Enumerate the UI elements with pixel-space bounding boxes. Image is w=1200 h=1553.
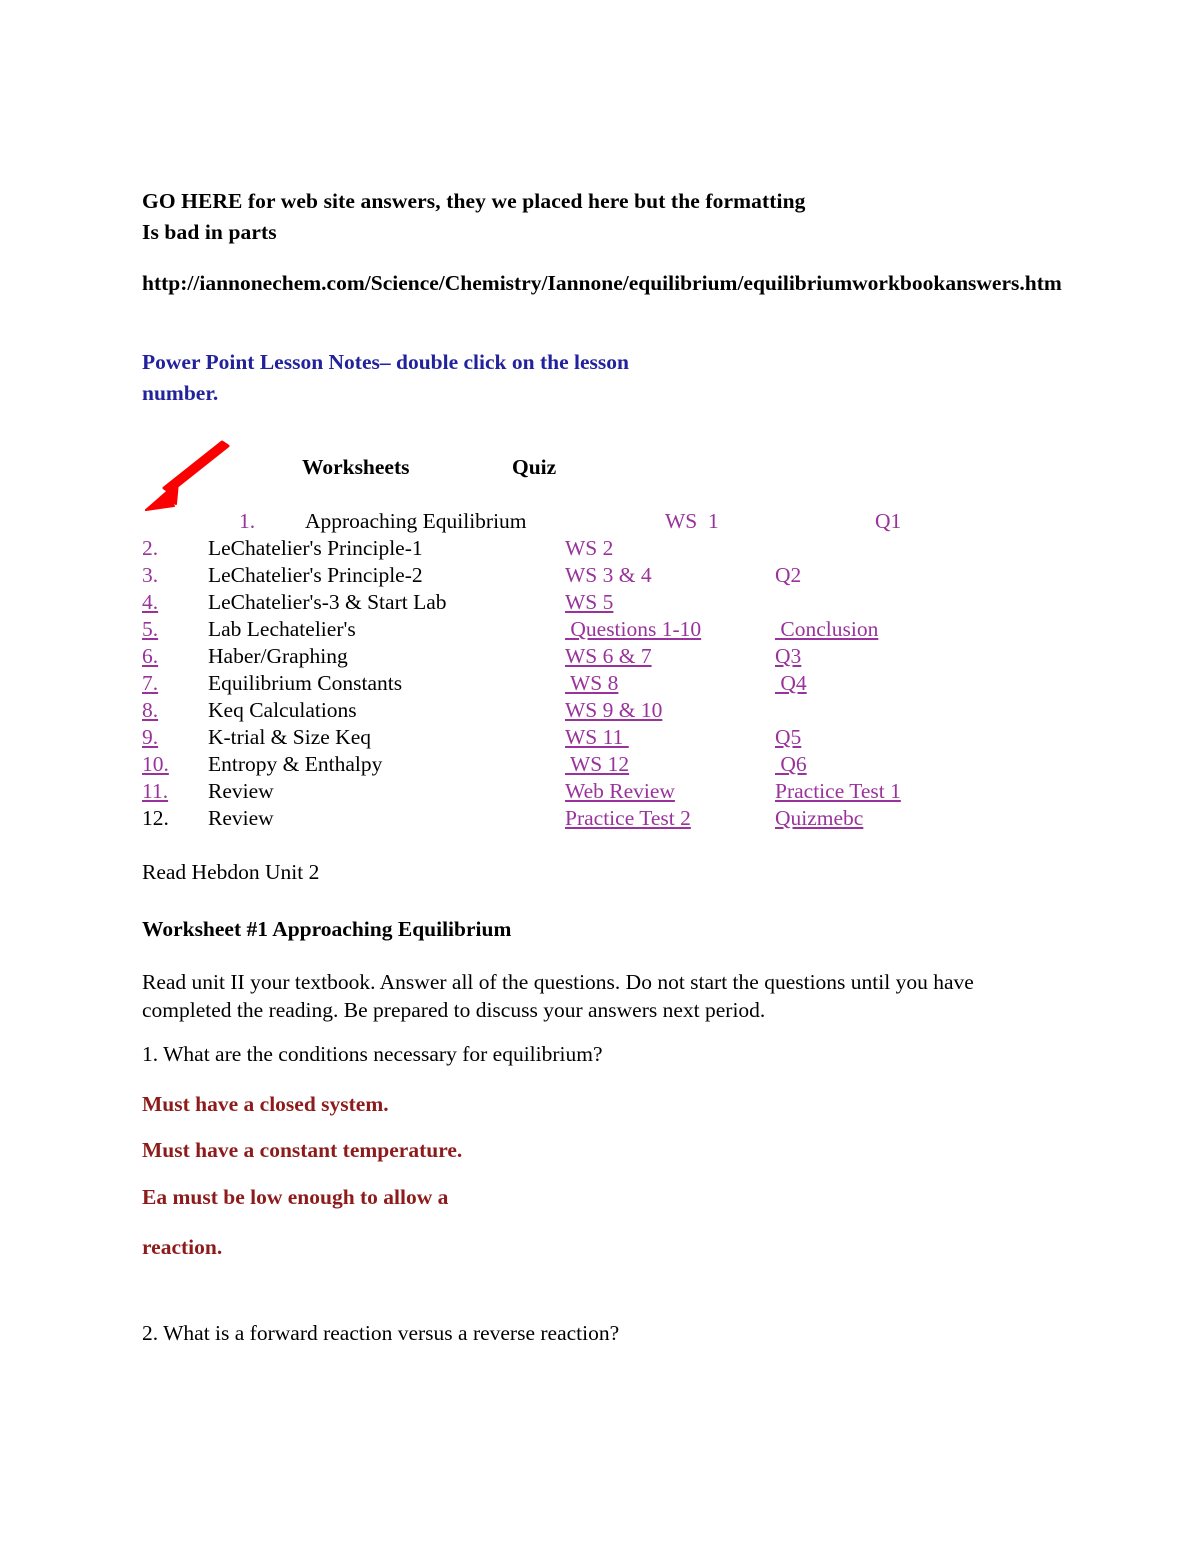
worksheet-1-title: Worksheet #1 Approaching Equilibrium [142, 917, 512, 941]
lesson-number[interactable]: 10. [142, 751, 169, 778]
quiz-link[interactable]: Q4 [775, 670, 806, 697]
lesson-title: Equilibrium Constants [208, 671, 403, 695]
lesson-row: 8. Keq Calculations WS 9 & 10 [142, 697, 1072, 724]
lesson-title: Review [208, 806, 274, 830]
worksheet-link[interactable]: WS 5 [565, 589, 613, 616]
lesson-row: 5. Lab Lechatelier's Questions 1-10 Concl… [142, 616, 1072, 643]
answer-line-2: Must have a constant temperature. [142, 1138, 463, 1162]
worksheet-link[interactable]: WS 11 [565, 724, 629, 751]
question-1: 1. What are the conditions necessary for… [142, 1042, 603, 1066]
lesson-title: LeChatelier's Principle-1 [208, 536, 423, 560]
lesson-row: 6. Haber/Graphing WS 6 & 7 Q3 [142, 643, 1072, 670]
lesson-number[interactable]: 5. [142, 616, 158, 643]
column-header-quiz: Quiz [512, 455, 557, 479]
lesson-number: 1. [239, 509, 256, 533]
lesson-row: 7. Equilibrium Constants WS 8 Q4 [142, 670, 1072, 697]
worksheet-link[interactable]: Web Review [565, 778, 675, 805]
lesson-row: 1. Approaching Equilibrium WS 1 Q1 [142, 508, 1072, 535]
answer-line-1: Must have a closed system. [142, 1092, 389, 1116]
worksheet-link[interactable]: WS 12 [565, 751, 629, 778]
quiz-link[interactable]: Q3 [775, 643, 801, 670]
worksheet-link[interactable]: WS 2 [565, 535, 613, 562]
lesson-number[interactable]: 7. [142, 670, 158, 697]
quiz-link[interactable]: Conclusion [775, 616, 878, 643]
column-header-worksheets: Worksheets [302, 455, 410, 479]
lesson-title: LeChatelier's-3 & Start Lab [208, 590, 447, 614]
lesson-number: 12. [142, 806, 169, 830]
answers-url[interactable]: http://iannonechem.com/Science/Chemistry… [142, 268, 1067, 299]
intro-line-1: GO HERE for web site answers, they we pl… [142, 189, 806, 213]
worksheet-link[interactable]: WS 9 & 10 [565, 697, 662, 724]
quiz-link[interactable]: Q6 [775, 751, 806, 778]
lesson-row: 11. Review Web Review Practice Test 1 [142, 778, 1072, 805]
lesson-title: Haber/Graphing [208, 644, 348, 668]
lesson-title: Review [208, 779, 274, 803]
worksheet-link[interactable]: Questions 1-10 [565, 616, 701, 643]
quiz-link[interactable]: Practice Test 1 [775, 778, 901, 805]
powerpoint-lesson-notes-heading: Power Point Lesson Notes– double click o… [142, 350, 629, 405]
lesson-number: 3. [142, 563, 159, 587]
worksheet-link[interactable]: WS 3 & 4 [565, 562, 652, 589]
lesson-number[interactable]: 4. [142, 589, 158, 616]
worksheet-link[interactable]: WS 6 & 7 [565, 643, 652, 670]
lesson-row: 4. LeChatelier's-3 & Start Lab WS 5 [142, 589, 1072, 616]
lesson-number[interactable]: 9. [142, 724, 158, 751]
lesson-row: 10. Entropy & Enthalpy WS 12 Q6 [142, 751, 1072, 778]
worksheet-1-instructions: Read unit II your textbook. Answer all o… [142, 970, 974, 1022]
worksheet-link[interactable]: WS 1 [665, 508, 719, 535]
quiz-link[interactable]: Quizmebc [775, 805, 863, 832]
lesson-number[interactable]: 6. [142, 643, 158, 670]
quiz-link[interactable]: Q2 [775, 562, 801, 589]
intro-line-2: Is bad in parts [142, 220, 277, 244]
lesson-row: 3. LeChatelier's Principle-2 WS 3 & 4 Q2 [142, 562, 1072, 589]
document-page: GO HERE for web site answers, they we pl… [0, 0, 1200, 1553]
read-hebdon-line: Read Hebdon Unit 2 [142, 860, 320, 884]
lesson-title: Keq Calculations [208, 698, 357, 722]
lesson-title: Lab Lechatelier's [208, 617, 356, 641]
lesson-row: 12. Review Practice Test 2 Quizmebc [142, 805, 1072, 832]
worksheet-link[interactable]: WS 8 [565, 670, 618, 697]
answer-line-4: reaction. [142, 1235, 223, 1259]
lesson-number[interactable]: 8. [142, 697, 158, 724]
lesson-title: K-trial & Size Keq [208, 725, 371, 749]
intro-paragraph: GO HERE for web site answers, they we pl… [142, 186, 1072, 248]
lesson-row: 2. LeChatelier's Principle-1 WS 2 [142, 535, 1072, 562]
worksheet-link[interactable]: Practice Test 2 [565, 805, 691, 832]
lesson-number: 2. [142, 536, 159, 560]
lesson-row: 9. K-trial & Size Keq WS 11 Q5 [142, 724, 1072, 751]
question-2: 2. What is a forward reaction versus a r… [142, 1321, 620, 1345]
quiz-link[interactable]: Q5 [775, 724, 801, 751]
answer-line-3: Ea must be low enough to allow a [142, 1185, 449, 1209]
lesson-title: Entropy & Enthalpy [208, 752, 383, 776]
lesson-table-rows: 1. Approaching Equilibrium WS 1 Q1 2. LeChate… [142, 508, 1072, 832]
lesson-title: LeChatelier's Principle-2 [208, 563, 423, 587]
quiz-link[interactable]: Q1 [875, 508, 901, 535]
lesson-table-header: Worksheets Quiz [142, 455, 1072, 485]
lesson-number[interactable]: 11. [142, 778, 168, 805]
lesson-title: Approaching Equilibrium [305, 509, 527, 533]
